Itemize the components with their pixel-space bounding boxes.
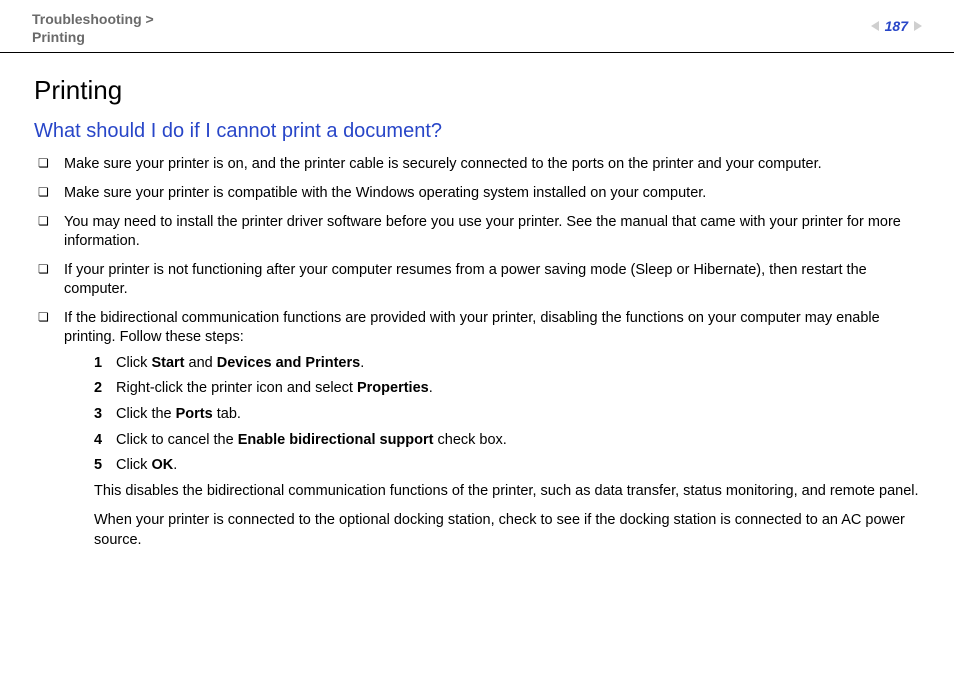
step-number: 2: [94, 379, 102, 399]
step-text: Click OK.: [116, 457, 177, 473]
step-item: 3 Click the Ports tab.: [94, 405, 920, 425]
list-item: If the bidirectional communication funct…: [34, 309, 920, 551]
prev-page-icon[interactable]: [871, 21, 879, 31]
step-text: Click Start and Devices and Printers.: [116, 355, 364, 371]
step-number: 1: [94, 354, 102, 374]
step-item: 4 Click to cancel the Enable bidirection…: [94, 431, 920, 451]
list-item: If your printer is not functioning after…: [34, 261, 920, 300]
step-number: 5: [94, 456, 102, 476]
step-number: 4: [94, 431, 102, 451]
breadcrumb-parent: Troubleshooting: [32, 11, 142, 27]
page-content: Printing What should I do if I cannot pr…: [0, 53, 954, 550]
list-item: You may need to install the printer driv…: [34, 213, 920, 252]
paragraph: This disables the bidirectional communic…: [94, 482, 920, 502]
next-page-icon[interactable]: [914, 21, 922, 31]
question-heading: What should I do if I cannot print a doc…: [34, 120, 920, 143]
breadcrumb-separator: >: [146, 11, 154, 27]
list-item: Make sure your printer is on, and the pr…: [34, 155, 920, 175]
steps-list: 1 Click Start and Devices and Printers. …: [64, 354, 920, 476]
step-text: Right-click the printer icon and select …: [116, 380, 433, 396]
after-steps-text: This disables the bidirectional communic…: [64, 482, 920, 551]
paragraph: When your printer is connected to the op…: [94, 511, 920, 550]
step-item: 2 Right-click the printer icon and selec…: [94, 379, 920, 399]
section-title: Printing: [34, 75, 920, 106]
step-text: Click the Ports tab.: [116, 406, 241, 422]
step-item: 1 Click Start and Devices and Printers.: [94, 354, 920, 374]
page-number: 187: [883, 18, 910, 34]
step-text: Click to cancel the Enable bidirectional…: [116, 432, 507, 448]
page-header: Troubleshooting > Printing 187: [0, 0, 954, 53]
step-number: 3: [94, 405, 102, 425]
list-item-text: If the bidirectional communication funct…: [64, 310, 880, 346]
bullet-list: Make sure your printer is on, and the pr…: [34, 155, 920, 550]
breadcrumb-child: Printing: [32, 29, 85, 45]
list-item: Make sure your printer is compatible wit…: [34, 184, 920, 204]
page-number-nav: 187: [871, 18, 922, 34]
document-page: Troubleshooting > Printing 187 Printing …: [0, 0, 954, 674]
step-item: 5 Click OK.: [94, 456, 920, 476]
breadcrumb: Troubleshooting > Printing: [32, 10, 154, 46]
